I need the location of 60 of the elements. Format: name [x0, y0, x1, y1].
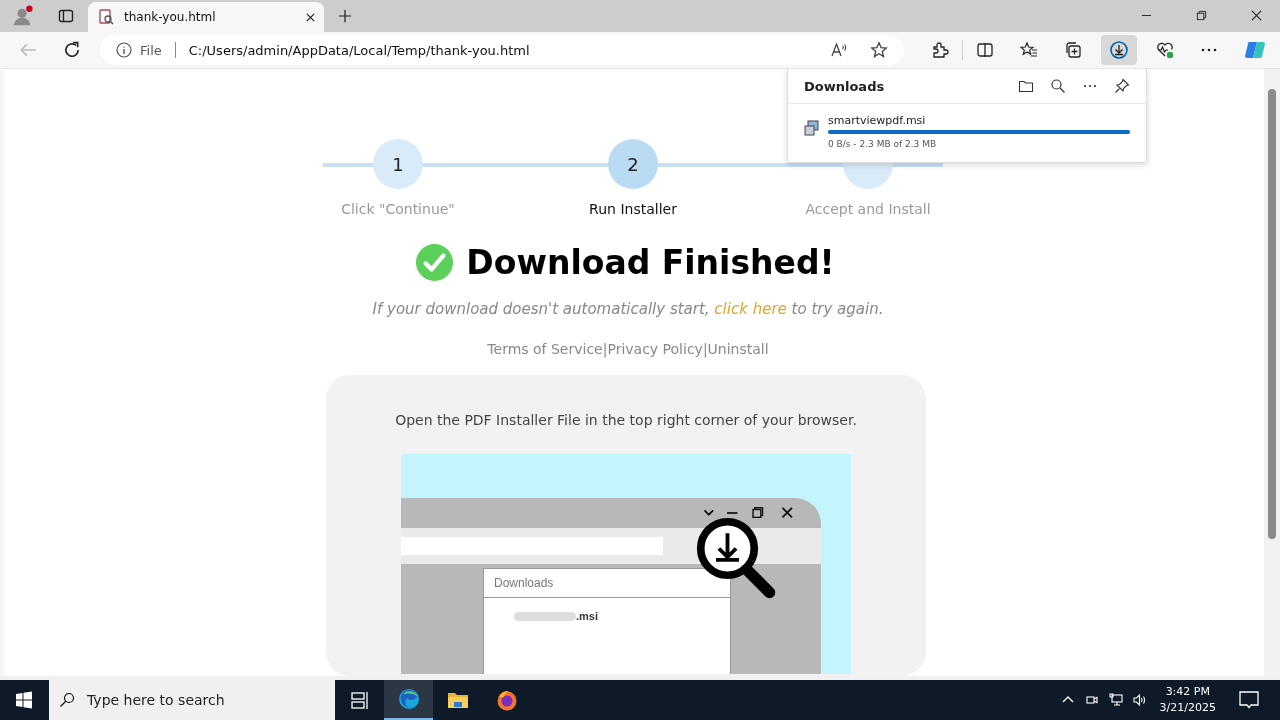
health-icon[interactable]: [1156, 41, 1174, 59]
volume-icon[interactable]: [1132, 693, 1147, 707]
heading: Download Finished!: [466, 243, 835, 282]
collections-icon[interactable]: [1064, 41, 1082, 59]
profile-icon[interactable]: [12, 5, 34, 27]
clock-time[interactable]: 3:42 PM: [1165, 684, 1210, 700]
download-status: 0 B/s - 2.3 MB of 2.3 MB: [828, 139, 938, 149]
address-bar[interactable]: File C:/Users/admin/AppData/Local/Temp/thank-you.html: [100, 35, 904, 65]
footer-link[interactable]: Terms of Service: [487, 341, 603, 357]
browser-tab[interactable]: thank-you.html: [88, 2, 324, 32]
search-icon[interactable]: [1050, 78, 1066, 94]
footer-link[interactable]: Uninstall: [707, 341, 769, 357]
step-label: Click "Continue": [341, 201, 455, 217]
camera-icon[interactable]: [1084, 693, 1099, 707]
close-icon[interactable]: [1251, 10, 1262, 21]
file-name: .msi: [576, 610, 598, 622]
download-item[interactable]: smartviewpdf.msi 0 B/s - 2.3 MB of 2.3 MB: [788, 104, 1146, 149]
url-text: C:/Users/admin/AppData/Local/Temp/thank-you.html: [188, 42, 530, 58]
instruction-text: Open the PDF Installer File in the top right corner of your browser.: [395, 412, 857, 428]
tab-actions-icon[interactable]: [58, 8, 74, 24]
refresh-icon[interactable]: [63, 41, 81, 59]
footer-link[interactable]: Privacy Policy: [607, 341, 703, 357]
folder-icon[interactable]: [1018, 78, 1034, 94]
taskbar-search-field[interactable]: Type here to search: [49, 680, 335, 720]
split-screen-icon[interactable]: [976, 41, 994, 59]
download-icon[interactable]: [1110, 41, 1128, 59]
search-icon: [59, 692, 75, 708]
step-number: 1: [373, 139, 423, 189]
clock-date[interactable]: 3/21/2025: [1159, 700, 1216, 716]
downloads-button[interactable]: [1101, 35, 1137, 65]
browser-icon[interactable]: [397, 688, 420, 710]
link-separator: |: [702, 341, 708, 357]
file-name: smartviewpdf.msi: [828, 114, 927, 127]
favorites-icon[interactable]: [1020, 41, 1038, 59]
fox-browser-icon[interactable]: [495, 689, 518, 711]
step-label: Run Installer: [589, 201, 677, 217]
link-separator: |: [602, 341, 608, 357]
read-aloud-icon[interactable]: [830, 41, 848, 59]
extensions-icon[interactable]: [931, 41, 949, 59]
installer-file-icon: [804, 120, 820, 136]
restore-icon[interactable]: [1196, 10, 1207, 21]
task-view-icon[interactable]: [348, 689, 371, 711]
step-number: 2: [608, 139, 658, 189]
panel-title: Downloads: [494, 576, 554, 590]
network-icon[interactable]: [1108, 693, 1123, 707]
check-icon: [415, 243, 455, 282]
pin-icon[interactable]: [1114, 78, 1130, 94]
close-tab-icon[interactable]: [305, 11, 316, 23]
notifications-icon[interactable]: [1238, 689, 1260, 711]
panel-title: Downloads: [804, 78, 885, 94]
scrollbar[interactable]: [1264, 69, 1280, 676]
favorite-star-icon[interactable]: [870, 41, 888, 59]
page-file-icon: [98, 9, 114, 25]
scheme-label: File: [140, 42, 162, 58]
retry-text: If your download doesn't automatically start, click here to try again.: [372, 300, 884, 318]
start-icon[interactable]: [15, 691, 33, 709]
new-tab-icon[interactable]: [338, 9, 352, 23]
step-label: Accept and Install: [805, 201, 931, 217]
info-icon[interactable]: [116, 42, 132, 58]
blurred-name: [514, 611, 576, 621]
